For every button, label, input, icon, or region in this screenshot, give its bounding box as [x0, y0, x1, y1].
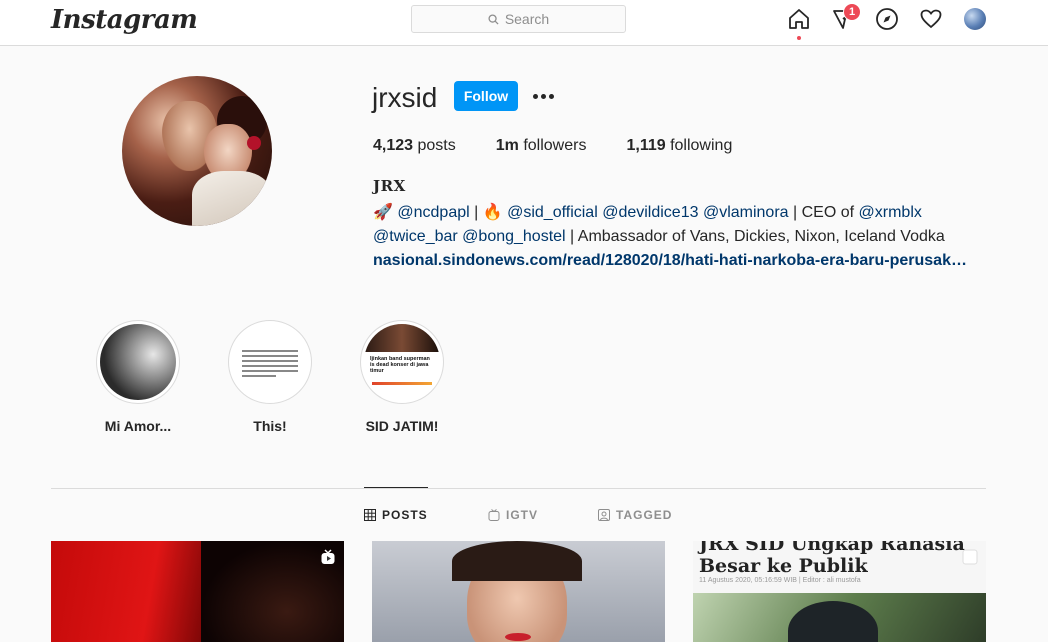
- highlight-thumbnail: [232, 324, 308, 400]
- tab-tagged[interactable]: TAGGED: [598, 508, 672, 522]
- highlight-label: This!: [253, 418, 287, 434]
- bio-website-link[interactable]: nasional.sindonews.com/read/128020/18/ha…: [373, 249, 983, 273]
- activity-heart-icon[interactable]: [919, 7, 943, 31]
- instagram-logo[interactable]: Instagram: [51, 5, 198, 35]
- profile-stats: 4,123 posts 1m followers 1,119 following: [373, 137, 772, 155]
- followers-count[interactable]: 1m followers: [496, 137, 587, 155]
- search-placeholder: Search: [504, 11, 550, 27]
- story-highlight[interactable]: This!: [220, 320, 320, 434]
- post-meta-text: 11 Agustus 2020, 05:16:59 WIB | Editor :…: [699, 577, 861, 584]
- search-icon: [488, 13, 499, 25]
- mention-link[interactable]: @sid_official: [507, 204, 598, 221]
- mention-link[interactable]: @bong_hostel: [462, 228, 565, 245]
- post-headline-text: JRX SID Ungkap Rahasia Besar ke Publik: [699, 541, 965, 577]
- follow-button[interactable]: Follow: [454, 81, 518, 111]
- tabs-divider: [51, 488, 986, 489]
- top-nav: Instagram Search 1: [0, 0, 1048, 46]
- story-highlight[interactable]: Mi Amor...: [88, 320, 188, 434]
- tab-posts[interactable]: POSTS: [364, 508, 428, 522]
- post-thumbnail[interactable]: JRX SID Ungkap Rahasia Besar ke Publik 1…: [693, 541, 986, 642]
- mention-link[interactable]: @devildice13: [602, 204, 698, 221]
- mention-link[interactable]: @xrmblx: [859, 204, 922, 221]
- profile-avatar-nav[interactable]: [964, 8, 986, 30]
- igtv-icon: [488, 509, 500, 521]
- profile-picture[interactable]: [122, 76, 272, 226]
- post-thumbnail[interactable]: [51, 541, 344, 642]
- explore-compass-icon[interactable]: [875, 7, 899, 31]
- home-active-dot: [797, 36, 801, 40]
- profile-username: jrxsid: [372, 82, 438, 113]
- search-input[interactable]: Search: [411, 5, 626, 33]
- more-options-icon[interactable]: [530, 86, 556, 106]
- profile-bio: 🚀 @ncdpapl | 🔥 @sid_official @devildice1…: [373, 201, 993, 273]
- highlight-thumbnail: Ijinkan band superman is dead konser di …: [364, 324, 440, 400]
- igtv-post-icon: [321, 549, 335, 564]
- story-highlight[interactable]: Ijinkan band superman is dead konser di …: [352, 320, 452, 434]
- highlight-label: Mi Amor...: [104, 418, 172, 434]
- profile-full-name: 𝐉𝐑𝐗: [373, 177, 406, 195]
- mention-link[interactable]: @vlaminora: [703, 204, 789, 221]
- posts-count: 4,123 posts: [373, 137, 456, 154]
- mention-link[interactable]: @twice_bar: [373, 228, 458, 245]
- rocket-emoji: 🚀: [373, 204, 393, 221]
- grid-icon: [364, 509, 376, 521]
- highlight-thumbnail: [100, 324, 176, 400]
- tagged-person-icon: [598, 509, 610, 521]
- notification-badge: 1: [843, 3, 861, 21]
- highlight-thumbnail-text: Ijinkan band superman is dead konser di …: [370, 356, 430, 374]
- post-thumbnail[interactable]: [372, 541, 665, 642]
- home-icon[interactable]: [787, 7, 811, 31]
- tab-igtv[interactable]: IGTV: [488, 508, 538, 522]
- active-tab-indicator: [364, 487, 428, 488]
- highlight-label: SID JATIM!: [365, 418, 439, 434]
- fire-emoji: 🔥: [482, 204, 503, 221]
- carousel-icon: [962, 549, 978, 565]
- following-count[interactable]: 1,119 following: [626, 137, 732, 155]
- mention-link[interactable]: @ncdpapl: [397, 204, 469, 221]
